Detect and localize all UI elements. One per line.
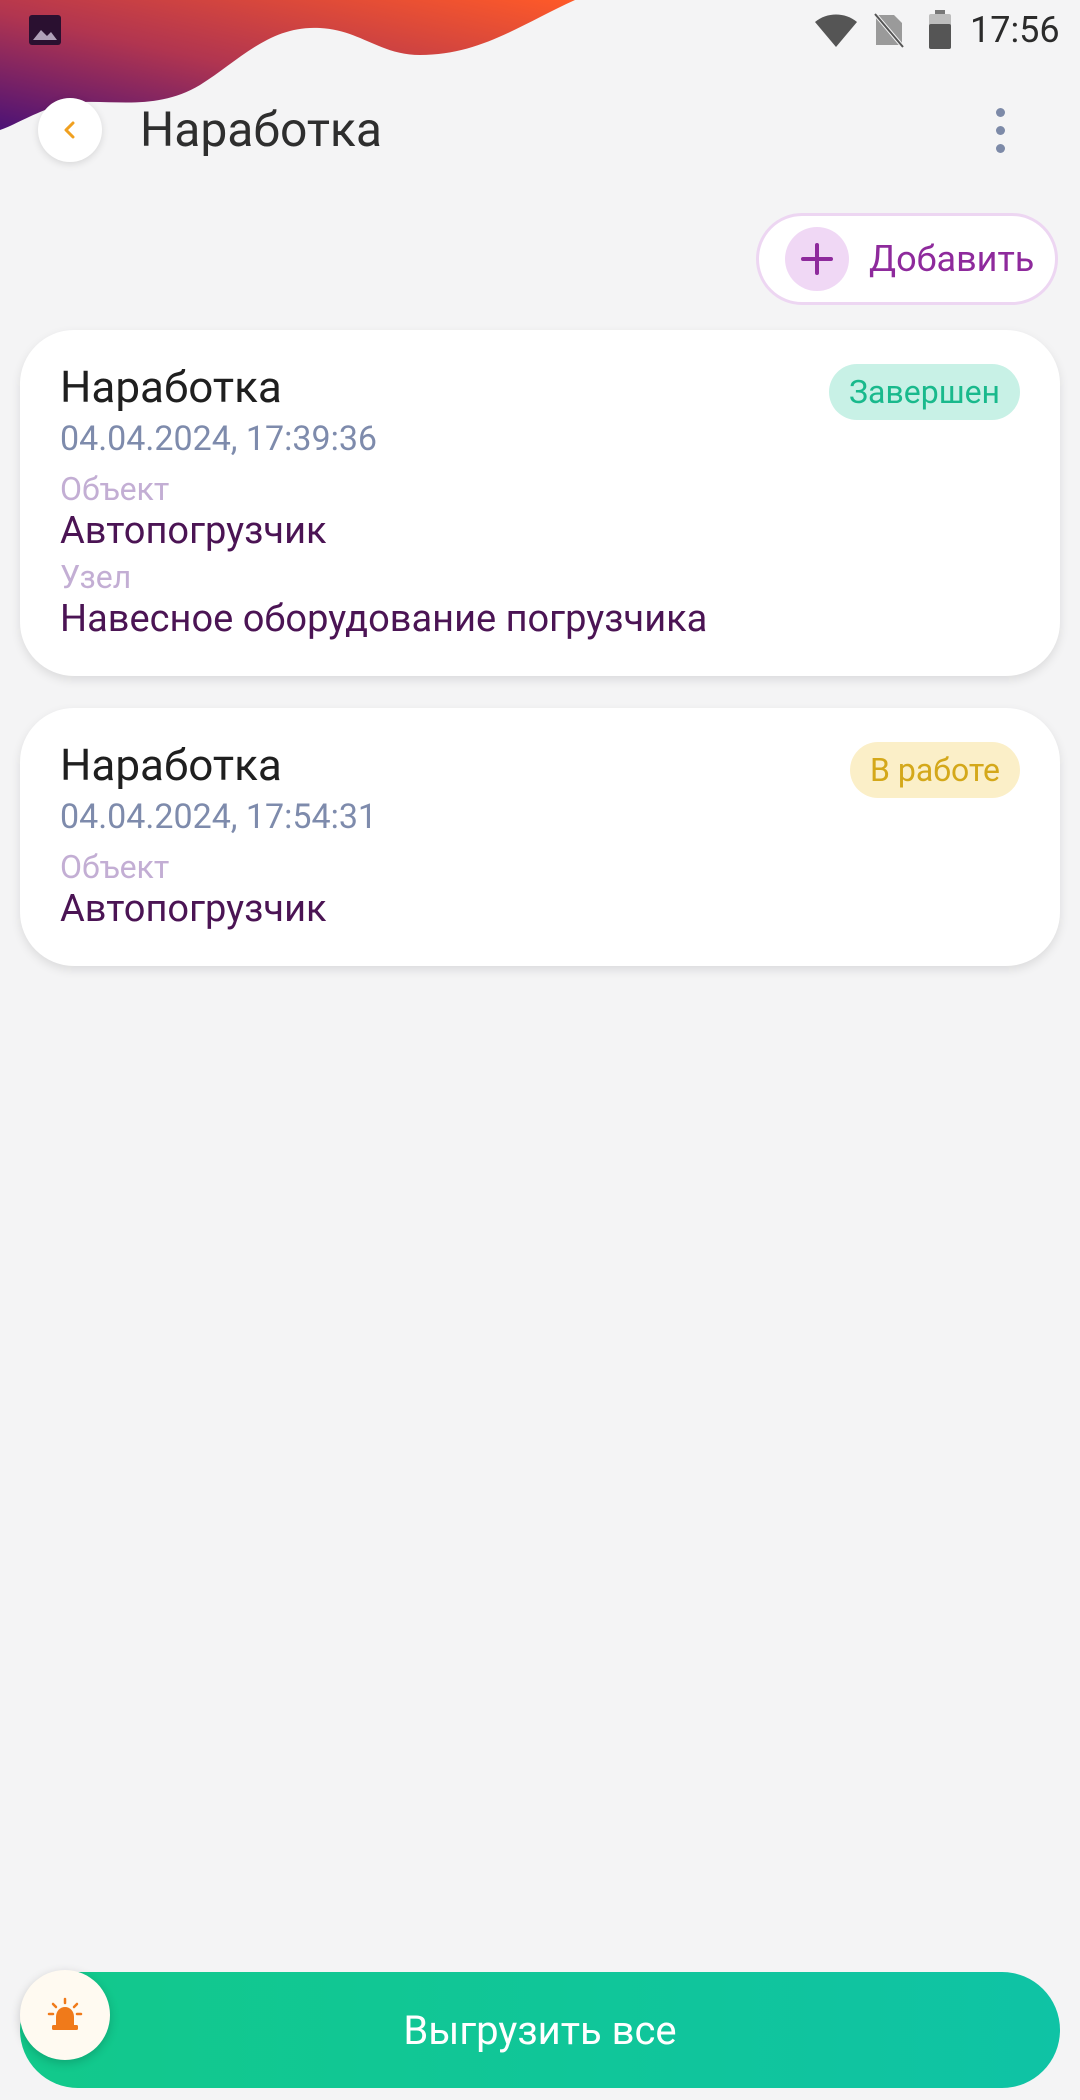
object-label: Объект (60, 470, 170, 508)
add-button[interactable]: Добавить (756, 213, 1058, 305)
record-date: 04.04.2024, 17:54:31 (60, 797, 378, 837)
page-title: Наработка (140, 101, 382, 158)
node-value: Навесное оборудование погрузчика (60, 597, 708, 641)
upload-all-button[interactable]: Выгрузить все (20, 1972, 1060, 2088)
status-badge: В работе (850, 742, 1020, 798)
upload-all-label: Выгрузить все (403, 2006, 677, 2054)
plus-icon (785, 227, 849, 291)
record-date: 04.04.2024, 17:39:36 (60, 419, 378, 459)
object-value: Автопогрузчик (60, 509, 327, 553)
record-card[interactable]: Наработка Завершен 04.04.2024, 17:39:36 … (20, 330, 1060, 676)
back-button[interactable] (38, 98, 102, 162)
more-menu-button[interactable] (980, 100, 1020, 160)
siren-icon (47, 1997, 83, 2030)
add-button-label: Добавить (869, 238, 1035, 280)
more-vertical-icon (995, 107, 1005, 117)
chevron-left-icon (64, 121, 75, 139)
record-title: Наработка (60, 739, 282, 791)
status-bar: 17:56 (0, 0, 1080, 60)
status-clock: 17:56 (970, 9, 1060, 51)
object-label: Объект (60, 848, 170, 886)
record-card[interactable]: Наработка В работе 04.04.2024, 17:54:31 … (20, 708, 1060, 966)
status-badge: Завершен (829, 364, 1020, 420)
battery-icon (929, 10, 951, 49)
object-value: Автопогрузчик (60, 887, 327, 931)
wifi-icon (815, 14, 857, 47)
node-label: Узел (60, 558, 132, 596)
gallery-icon (29, 15, 61, 45)
record-title: Наработка (60, 361, 282, 413)
alarm-button[interactable] (20, 1970, 110, 2060)
no-sim-icon (874, 12, 904, 48)
